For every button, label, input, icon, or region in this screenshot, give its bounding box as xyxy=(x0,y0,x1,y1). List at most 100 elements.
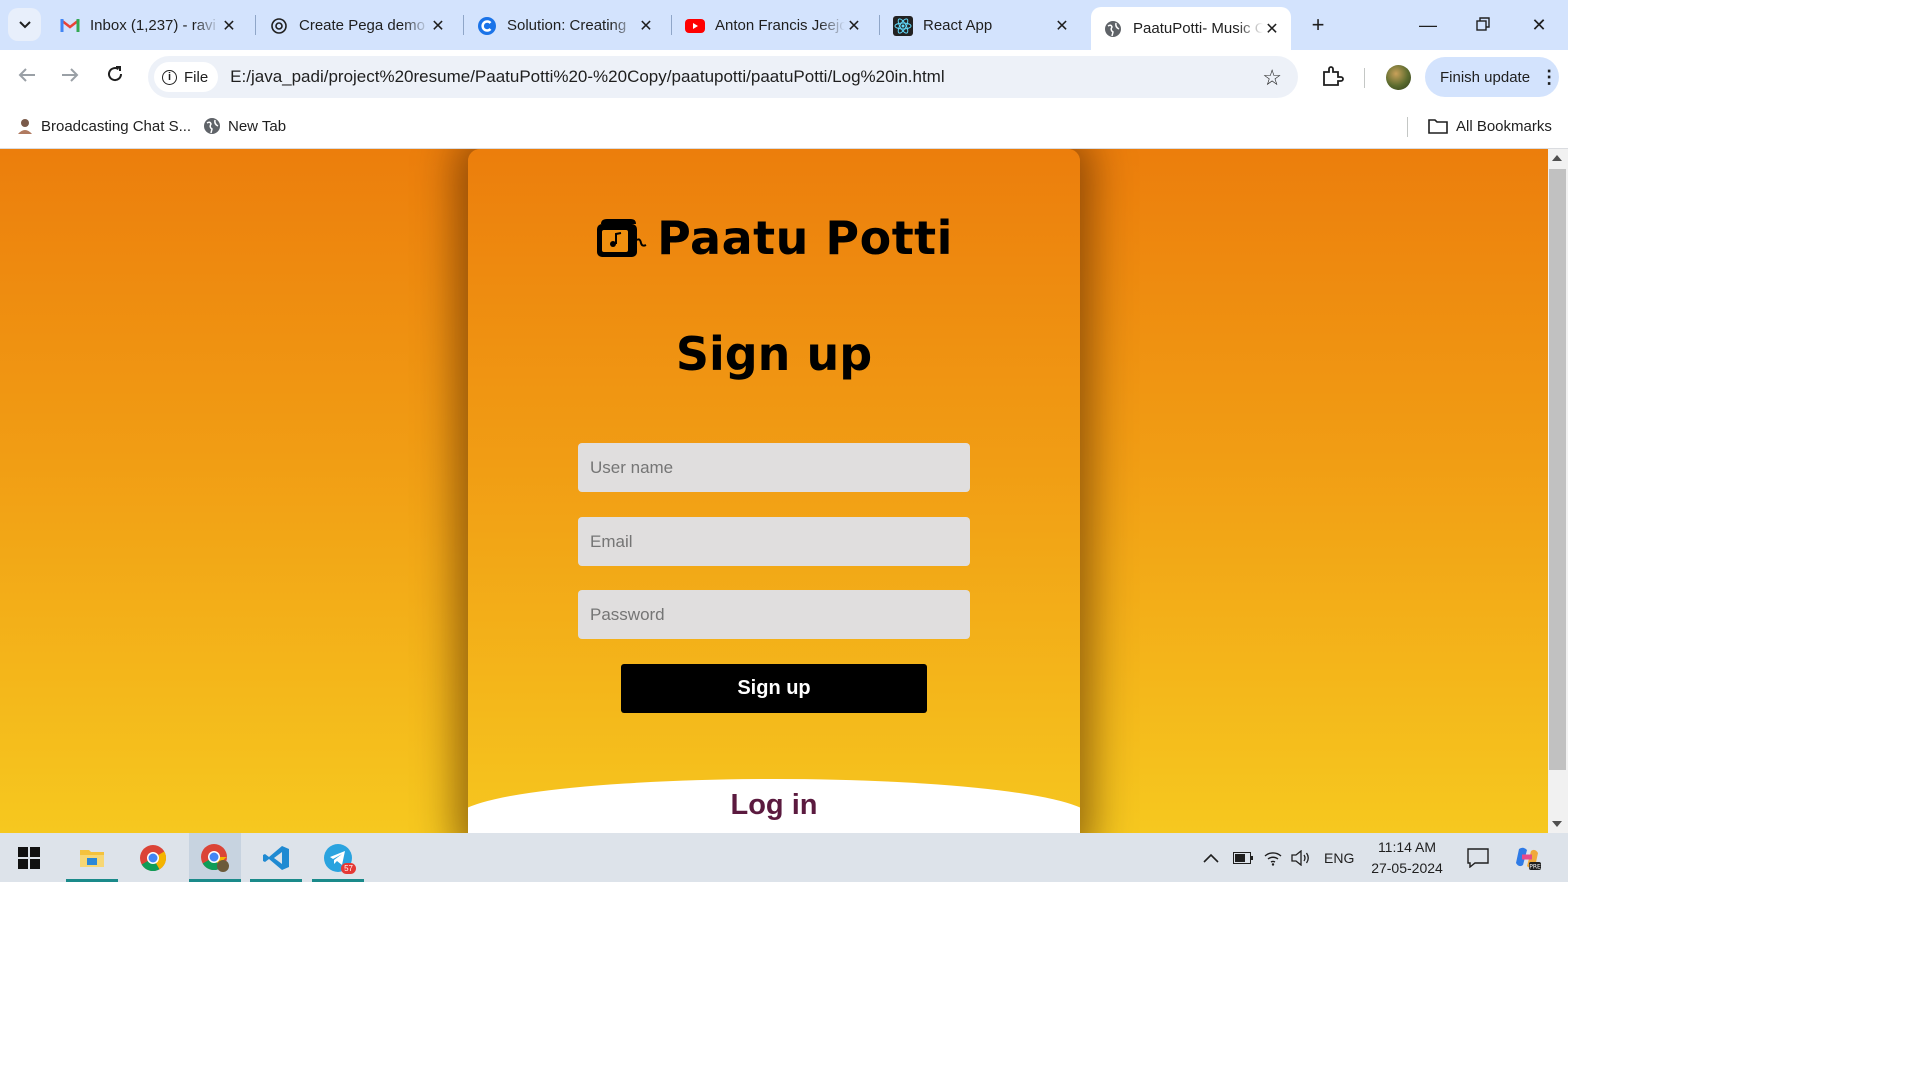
profile-avatar[interactable] xyxy=(1386,65,1411,90)
tab-separator xyxy=(879,15,880,35)
site-info-label: File xyxy=(184,68,209,86)
chegg-icon xyxy=(477,16,497,36)
signup-button[interactable]: Sign up xyxy=(621,664,927,713)
close-icon[interactable]: ✕ xyxy=(845,16,863,36)
more-options-icon: ⋮ xyxy=(1540,66,1559,87)
telegram-badge: 57 xyxy=(341,863,356,874)
all-bookmarks-label: All Bookmarks xyxy=(1456,117,1552,135)
tab-strip: Inbox (1,237) - ravi ✕ Create Pega demo … xyxy=(0,0,1568,50)
taskbar-telegram[interactable]: 57 xyxy=(312,833,364,882)
username-field[interactable] xyxy=(578,443,970,492)
radio-music-icon xyxy=(595,216,647,260)
tab-label: PaatuPotti- Music Collection xyxy=(1133,20,1263,37)
extensions-icon[interactable] xyxy=(1320,64,1344,88)
bookmarks-separator xyxy=(1407,117,1408,137)
openai-icon xyxy=(269,16,289,36)
brand-header: Paatu Potti xyxy=(468,211,1080,265)
svg-text:PRE: PRE xyxy=(1529,863,1541,870)
vscode-icon xyxy=(263,845,289,870)
finish-update-button[interactable]: Finish update ⋮ xyxy=(1425,57,1559,97)
page-scrollbar[interactable] xyxy=(1548,149,1568,833)
taskbar-vscode[interactable] xyxy=(250,833,302,882)
tab-youtube[interactable]: Anton Francis Jeejo ✕ xyxy=(673,7,873,44)
close-icon[interactable]: ✕ xyxy=(220,16,238,36)
bookmark-new-tab[interactable]: New Tab xyxy=(203,113,286,139)
bookmark-label: New Tab xyxy=(228,117,287,135)
brand-name: Paatu Potti xyxy=(657,211,953,265)
taskbar-file-explorer[interactable] xyxy=(66,833,118,882)
password-field[interactable] xyxy=(578,590,970,639)
tab-search-button[interactable] xyxy=(8,8,41,41)
scroll-up-icon[interactable] xyxy=(1552,155,1562,161)
tab-gmail[interactable]: Inbox (1,237) - ravi ✕ xyxy=(48,7,248,44)
restore-icon xyxy=(1476,17,1490,31)
scroll-down-icon[interactable] xyxy=(1552,821,1562,827)
close-icon[interactable]: ✕ xyxy=(429,16,447,36)
reload-button[interactable] xyxy=(102,64,128,90)
avatar-icon xyxy=(16,117,34,135)
tab-separator xyxy=(671,15,672,35)
finish-update-label: Finish update xyxy=(1440,68,1531,86)
reload-icon xyxy=(108,66,123,82)
close-icon[interactable]: ✕ xyxy=(1053,16,1071,36)
tab-chatgpt[interactable]: Create Pega demo ✕ xyxy=(257,7,457,44)
all-bookmarks-button[interactable]: All Bookmarks xyxy=(1427,113,1552,139)
url-text[interactable]: E:/java_padi/project%20resume/PaatuPotti… xyxy=(230,67,944,87)
globe-icon xyxy=(1103,19,1123,39)
battery-icon[interactable] xyxy=(1233,833,1253,882)
site-info-chip[interactable]: i File xyxy=(154,62,219,92)
tray-overflow-button[interactable] xyxy=(1203,833,1219,882)
bookmarks-bar: Broadcasting Chat S... New Tab All Bookm… xyxy=(0,105,1568,149)
email-field[interactable] xyxy=(578,517,970,566)
folder-icon xyxy=(1427,117,1449,135)
chrome-icon xyxy=(140,844,167,871)
tab-label: React App xyxy=(923,17,993,34)
youtube-icon xyxy=(685,16,705,36)
back-button[interactable] xyxy=(14,64,40,90)
bookmark-star-icon[interactable]: ☆ xyxy=(1262,65,1282,91)
taskbar-chrome-profile[interactable] xyxy=(189,833,241,882)
restore-button[interactable] xyxy=(1460,10,1506,40)
wifi-icon[interactable] xyxy=(1264,833,1282,882)
bookmark-broadcasting-chat[interactable]: Broadcasting Chat S... xyxy=(16,113,191,139)
arrow-left-icon xyxy=(18,68,35,82)
chevron-up-icon xyxy=(1203,853,1219,863)
bookmark-label: Broadcasting Chat S... xyxy=(41,117,192,135)
arrow-right-icon xyxy=(62,68,79,82)
file-explorer-icon xyxy=(80,849,104,867)
taskbar-chrome[interactable] xyxy=(127,833,179,882)
new-tab-button[interactable]: + xyxy=(1305,12,1331,38)
copilot-icon[interactable]: PRE xyxy=(1513,833,1541,882)
windows-start-icon xyxy=(18,846,40,869)
chrome-profile-icon xyxy=(201,843,229,872)
forward-button[interactable] xyxy=(57,64,83,90)
tab-separator xyxy=(463,15,464,35)
page-viewport: Paatu Potti Sign up Sign up Log in xyxy=(0,149,1548,833)
close-icon[interactable]: ✕ xyxy=(637,16,655,36)
windows-taskbar: 57 ENG 11:14 AM 27-05-2024 PRE xyxy=(0,833,1568,882)
system-clock[interactable]: 11:14 AM 27-05-2024 xyxy=(1362,837,1452,879)
volume-icon[interactable] xyxy=(1291,833,1311,882)
scroll-thumb[interactable] xyxy=(1549,169,1566,770)
tab-label: Create Pega demo xyxy=(299,17,425,34)
tab-chegg[interactable]: Solution: Creating ✕ xyxy=(465,7,665,44)
tab-label: Solution: Creating xyxy=(507,17,627,34)
tab-react-app[interactable]: React App ✕ xyxy=(881,7,1081,44)
start-button[interactable] xyxy=(3,833,55,882)
chevron-down-icon xyxy=(18,18,31,32)
tab-label: Inbox (1,237) - ravi xyxy=(90,17,216,34)
close-window-button[interactable]: ✕ xyxy=(1516,10,1562,40)
notification-icon[interactable] xyxy=(1467,833,1489,882)
close-icon[interactable]: ✕ xyxy=(1263,19,1281,39)
tab-paatupotti[interactable]: PaatuPotti- Music Collection ✕ xyxy=(1091,7,1291,50)
browser-toolbar: i File E:/java_padi/project%20resume/Paa… xyxy=(0,50,1568,105)
login-toggle[interactable]: Log in xyxy=(468,789,1080,822)
form-title: Sign up xyxy=(675,327,873,381)
clock-time: 11:14 AM xyxy=(1377,839,1437,855)
minimize-button[interactable]: — xyxy=(1405,10,1451,40)
input-language[interactable]: ENG xyxy=(1324,833,1354,882)
globe-icon xyxy=(203,117,221,135)
address-bar[interactable]: i File E:/java_padi/project%20resume/Paa… xyxy=(148,56,1298,98)
react-icon xyxy=(893,15,913,36)
toolbar-separator xyxy=(1364,68,1365,88)
